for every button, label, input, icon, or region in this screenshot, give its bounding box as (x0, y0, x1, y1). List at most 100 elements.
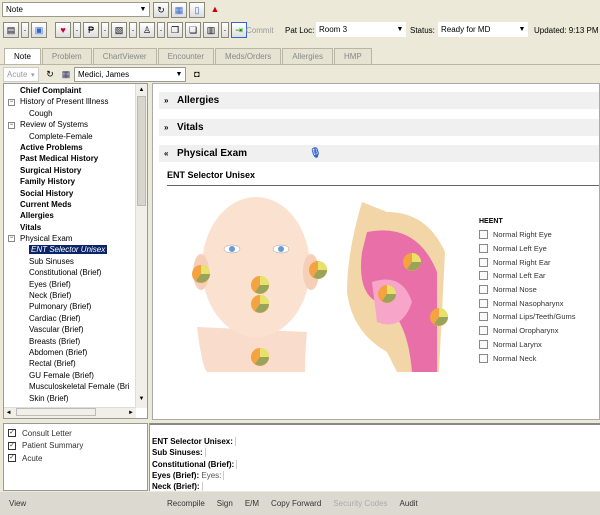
note-line-value[interactable]: Eyes: (201, 470, 225, 480)
note-line-value[interactable] (234, 459, 238, 469)
checkbox-checked-icon[interactable]: ✓ (8, 454, 16, 463)
tab-encounter[interactable]: Encounter (157, 48, 215, 64)
collapse-icon[interactable]: « (164, 145, 168, 162)
tree-item[interactable]: Musculoskeletal Female (Bri (4, 381, 147, 392)
hotspot-selector-icon[interactable] (430, 308, 448, 326)
contact-icon[interactable]: ▣ (31, 22, 47, 38)
horizontal-scrollbar[interactable]: ◄ ► (4, 407, 136, 418)
scrollbar-thumb[interactable] (137, 96, 146, 206)
heent-checkbox[interactable]: Normal Nose (479, 283, 576, 297)
acute-select[interactable]: Acute ▾ (3, 67, 39, 82)
notes-icon[interactable]: ❐ (167, 22, 183, 38)
layout-icon[interactable]: ▤ (3, 22, 19, 38)
tree-item[interactable]: − History of Present Illness (4, 96, 147, 107)
tree-item[interactable]: Cough (4, 108, 147, 119)
checkbox-icon[interactable] (479, 230, 488, 240)
hotspot-selector-icon[interactable] (251, 295, 269, 313)
tree-item[interactable]: Past Medical History (4, 153, 147, 164)
tree-item[interactable]: Chief Complaint (4, 85, 147, 96)
patient-select[interactable]: Medici, James ▼ (74, 67, 186, 82)
checkbox-icon[interactable] (479, 312, 488, 322)
notes-multi-icon[interactable]: ❏ (185, 22, 201, 38)
tree-item[interactable]: − Physical Exam (4, 233, 147, 244)
collapse-icon[interactable]: − (8, 235, 15, 243)
checkbox-icon[interactable] (479, 298, 488, 308)
section-vitals[interactable]: » Vitals (159, 119, 599, 136)
checkbox-consult-letter[interactable]: ✓ Consult Letter (4, 427, 147, 440)
expand-icon[interactable]: » (164, 119, 168, 136)
checkbox-icon[interactable] (479, 353, 488, 363)
collapse-icon[interactable]: − (8, 98, 15, 106)
note-preview[interactable]: ENT Selector Unisex: Sub Sinuses: Consti… (149, 423, 600, 491)
view-button[interactable]: View (9, 499, 155, 508)
tree-item[interactable]: Family History (4, 176, 147, 187)
person-icon[interactable]: ♙ (139, 22, 155, 38)
tree-item[interactable]: Active Problems (4, 142, 147, 153)
heent-checkbox[interactable]: Normal Nasopharynx (479, 296, 576, 310)
calculator-icon[interactable]: ▦ (58, 67, 74, 83)
tree-item[interactable]: Abdomen (Brief) (4, 347, 147, 358)
pat-loc-select[interactable]: Room 3 ▼ (316, 22, 406, 37)
checkbox-checked-icon[interactable]: ✓ (8, 429, 16, 438)
note-line-value[interactable] (199, 482, 203, 491)
tree-item[interactable]: − Review of Systems (4, 119, 147, 130)
tree-item[interactable]: Constitutional (Brief) (4, 267, 147, 278)
tree-item[interactable]: Neck (Brief) (4, 290, 147, 301)
tree-item[interactable]: Skin (Brief) (4, 393, 147, 404)
tree-item[interactable]: Complete-Female (4, 131, 147, 142)
heent-checkbox[interactable]: Normal Right Eye (479, 228, 576, 242)
binoculars-icon[interactable]: ◘ (189, 67, 205, 83)
hotspot-selector-icon[interactable] (192, 265, 210, 283)
tab-meds-orders[interactable]: Meds/Orders (215, 48, 282, 64)
dropdown-icon[interactable]: · (221, 22, 229, 38)
checkbox-acute[interactable]: ✓ Acute (4, 452, 147, 465)
tab-note[interactable]: Note (4, 48, 41, 64)
refresh-icon[interactable]: ↻ (42, 67, 58, 83)
checkbox-icon[interactable] (479, 257, 488, 267)
dropdown-icon[interactable]: · (129, 22, 137, 38)
microphone-icon[interactable]: 🎙 (309, 145, 322, 162)
section-physical-exam[interactable]: « Physical Exam 🎙 (159, 145, 599, 162)
exit-icon[interactable]: ⇥ (231, 22, 247, 38)
tree-item[interactable]: Vascular (Brief) (4, 324, 147, 335)
hotspot-selector-icon[interactable] (309, 261, 327, 279)
heent-checkbox[interactable]: Normal Left Ear (479, 269, 576, 283)
ent-anatomy-illustration[interactable] (187, 192, 469, 372)
tree-item[interactable]: Social History (4, 188, 147, 199)
checkbox-icon[interactable] (479, 271, 488, 281)
checkbox-patient-summary[interactable]: ✓ Patient Summary (4, 440, 147, 453)
heent-checkbox[interactable]: Normal Left Eye (479, 242, 576, 256)
checkbox-icon[interactable] (479, 285, 488, 295)
status-select[interactable]: Ready for MD ▼ (438, 22, 528, 37)
hotspot-selector-icon[interactable] (403, 253, 421, 271)
tab-chartviewer[interactable]: ChartViewer (92, 48, 157, 64)
tree-item[interactable]: Surgical History (4, 165, 147, 176)
audit-button[interactable]: Audit (400, 499, 418, 508)
grid-icon[interactable]: ▦ (171, 2, 187, 18)
collapse-icon[interactable]: − (8, 121, 15, 129)
hotspot-selector-icon[interactable] (251, 348, 269, 366)
dropdown-icon[interactable]: · (21, 22, 29, 38)
heent-checkbox[interactable]: Normal Neck (479, 351, 576, 365)
checkbox-icon[interactable] (479, 244, 488, 254)
document-icon[interactable]: ▧ (111, 22, 127, 38)
sign-button[interactable]: Sign (217, 499, 233, 508)
note-line-value[interactable] (232, 437, 236, 446)
template-icon[interactable]: ▥ (203, 22, 219, 38)
tree-item[interactable]: Sub Sinuses (4, 256, 147, 267)
heent-checkbox[interactable]: Normal Oropharynx (479, 324, 576, 338)
tab-allergies[interactable]: Allergies (282, 48, 333, 64)
tree-item[interactable]: Rectal (Brief) (4, 358, 147, 369)
checkbox-icon[interactable] (479, 326, 488, 336)
dropdown-icon[interactable]: · (157, 22, 165, 38)
heent-checkbox[interactable]: Normal Right Ear (479, 255, 576, 269)
heent-checkbox[interactable]: Normal Larynx (479, 338, 576, 352)
tree-item[interactable]: Cardiac (Brief) (4, 313, 147, 324)
warning-icon[interactable]: ▲ (207, 2, 223, 18)
dropdown-icon[interactable]: · (101, 22, 109, 38)
tab-hmp[interactable]: HMP (333, 48, 372, 64)
tree-item[interactable]: Breasts (Brief) (4, 336, 147, 347)
section-allergies[interactable]: » Allergies (159, 92, 599, 109)
tree-item[interactable]: Current Meds (4, 199, 147, 210)
tree-item[interactable]: Vitals (4, 222, 147, 233)
